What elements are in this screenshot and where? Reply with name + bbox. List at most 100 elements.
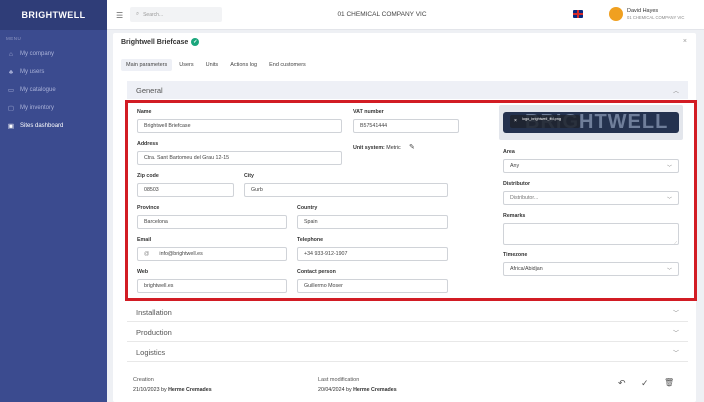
unit-system-label: Unit system: [353, 145, 385, 151]
province-field[interactable]: Barcelona [137, 215, 287, 229]
creation-date: 21/10/2023 [133, 387, 160, 393]
area-label: Area [503, 149, 515, 155]
web-field[interactable]: brightwell.es [137, 279, 287, 293]
name-field[interactable]: Brightwell Briefcase [137, 119, 342, 133]
user-name[interactable]: David Hayes [627, 8, 658, 14]
email-field[interactable]: @ info@brightwell.es [137, 247, 287, 261]
language-flag-icon[interactable] [573, 10, 583, 18]
brand-logo[interactable]: BRIGHTWELL [0, 0, 107, 30]
timezone-value: Africa/Abidjan [510, 266, 543, 272]
distributor-label: Distributor [503, 181, 531, 187]
sidebar-item-my-company[interactable]: ⌂ My company [0, 45, 107, 63]
hamburger-menu-icon[interactable]: ☰ [116, 11, 123, 20]
section-title: Logistics [136, 348, 166, 357]
dashboard-icon: ▣ [7, 123, 15, 130]
toast-text: logo_brightwell_ffd.png [522, 117, 561, 121]
sidebar-item-my-inventory[interactable]: ▢ My inventory [0, 99, 107, 117]
close-icon[interactable]: × [514, 118, 517, 124]
creation-info: 21/10/2023 by Herme Cremades [133, 387, 212, 393]
page-title-text: Brightwell Briefcase [121, 38, 189, 46]
tab-end-customers[interactable]: End customers [264, 59, 311, 71]
sidebar-item-label: My catalogue [20, 87, 56, 93]
vat-value: B57541444 [360, 123, 388, 129]
telephone-value: +34 933-912-1907 [304, 251, 348, 257]
edit-pencil-icon[interactable]: ✎ [409, 143, 415, 151]
tab-units[interactable]: Units [201, 59, 224, 71]
creation-by: by [161, 387, 167, 393]
section-production[interactable]: Production ﹀ [127, 324, 688, 342]
remarks-label: Remarks [503, 213, 526, 219]
page-title: Brightwell Briefcase ✓ [121, 38, 200, 46]
inventory-icon: ▢ [7, 105, 15, 112]
country-label: Country [297, 205, 318, 211]
country-field[interactable]: Spain [297, 215, 448, 229]
avatar[interactable] [609, 7, 623, 21]
area-value: Any [510, 163, 520, 169]
unit-system: Unit system: Metric [353, 145, 401, 151]
creation-label: Creation [133, 377, 154, 383]
city-label: City [244, 173, 255, 179]
distributor-placeholder: Distributor... [510, 195, 539, 201]
sidebar-item-my-catalogue[interactable]: ▭ My catalogue [0, 81, 107, 99]
chevron-down-icon: ﹀ [666, 165, 672, 171]
tab-actions-log[interactable]: Actions log [225, 59, 262, 71]
section-general[interactable]: General ︿ [127, 81, 688, 99]
search-icon: ⌕ [136, 11, 140, 17]
contact-field[interactable]: Guillermo Moser [297, 279, 448, 293]
sidebar-item-label: Sites dashboard [20, 123, 64, 129]
home-icon: ⌂ [9, 50, 13, 58]
sidebar-item-my-users[interactable]: ♣ My users [0, 63, 107, 81]
site-card: Brightwell Briefcase ✓ × Main parameters… [113, 33, 697, 402]
search-placeholder: Search... [143, 11, 164, 18]
remarks-textarea[interactable] [503, 223, 679, 245]
province-value: Barcelona [144, 219, 168, 225]
modification-user: Herme Cremades [353, 387, 397, 393]
chevron-up-icon: ︿ [672, 88, 679, 95]
chevron-down-icon: ﹀ [672, 311, 679, 317]
user-company: 01 CHEMICAL COMPANY VIC [627, 15, 685, 20]
address-value: Ctra. Sant Bartomeu del Grau 12-15 [144, 155, 230, 161]
area-select[interactable]: Any ﹀ [503, 159, 679, 173]
section-title: Production [136, 328, 172, 337]
city-field[interactable]: Gurb [244, 183, 448, 197]
at-sign-icon: @ [144, 251, 150, 257]
logo-image: BRIGHTWELL × logo_brightwell_ffd.png [503, 112, 679, 133]
save-check-icon[interactable]: ✓ [641, 378, 649, 389]
unit-system-value: Metric [386, 145, 401, 151]
telephone-label: Telephone [297, 237, 324, 243]
country-value: Spain [304, 219, 318, 225]
delete-trash-icon[interactable]: 🗑 [664, 378, 674, 387]
section-title: General [136, 85, 163, 95]
vat-field[interactable]: B57541444 [353, 119, 459, 133]
logo-upload[interactable]: BRIGHTWELL × logo_brightwell_ffd.png [499, 105, 683, 140]
search-input[interactable]: ⌕ Search... [130, 7, 222, 22]
zip-label: Zip code [137, 173, 159, 179]
close-icon[interactable]: × [683, 38, 687, 45]
creation-user: Herme Cremades [168, 387, 212, 393]
city-value: Gurb [251, 187, 263, 193]
company-name: 01 CHEMICAL COMPANY VIC [337, 11, 427, 18]
sidebar-item-label: My users [20, 69, 45, 75]
zip-value: 08503 [144, 187, 159, 193]
section-logistics[interactable]: Logistics ﹀ [127, 344, 688, 362]
tabs: Main parameters Users Units Actions log … [121, 59, 311, 71]
contact-label: Contact person [297, 269, 336, 275]
undo-icon[interactable]: ↶ [618, 378, 626, 389]
section-installation[interactable]: Installation ﹀ [127, 304, 688, 322]
address-label: Address [137, 141, 159, 147]
top-bar: ☰ ⌕ Search... 01 CHEMICAL COMPANY VIC Da… [107, 0, 704, 30]
timezone-label: Timezone [503, 252, 528, 258]
sidebar-item-label: My company [20, 51, 55, 57]
tab-main-parameters[interactable]: Main parameters [121, 59, 173, 71]
email-value: info@brightwell.es [159, 251, 203, 257]
telephone-field[interactable]: +34 933-912-1907 [297, 247, 448, 261]
sidebar-item-sites-dashboard[interactable]: ▣ Sites dashboard [0, 117, 107, 135]
modification-by: by [346, 387, 352, 393]
tab-users[interactable]: Users [174, 59, 198, 71]
address-field[interactable]: Ctra. Sant Bartomeu del Grau 12-15 [137, 151, 342, 165]
zip-field[interactable]: 08503 [137, 183, 234, 197]
chevron-down-icon: ﹀ [672, 331, 679, 337]
timezone-select[interactable]: Africa/Abidjan ﹀ [503, 262, 679, 276]
chevron-down-icon: ﹀ [666, 197, 672, 203]
distributor-select[interactable]: Distributor... ﹀ [503, 191, 679, 205]
